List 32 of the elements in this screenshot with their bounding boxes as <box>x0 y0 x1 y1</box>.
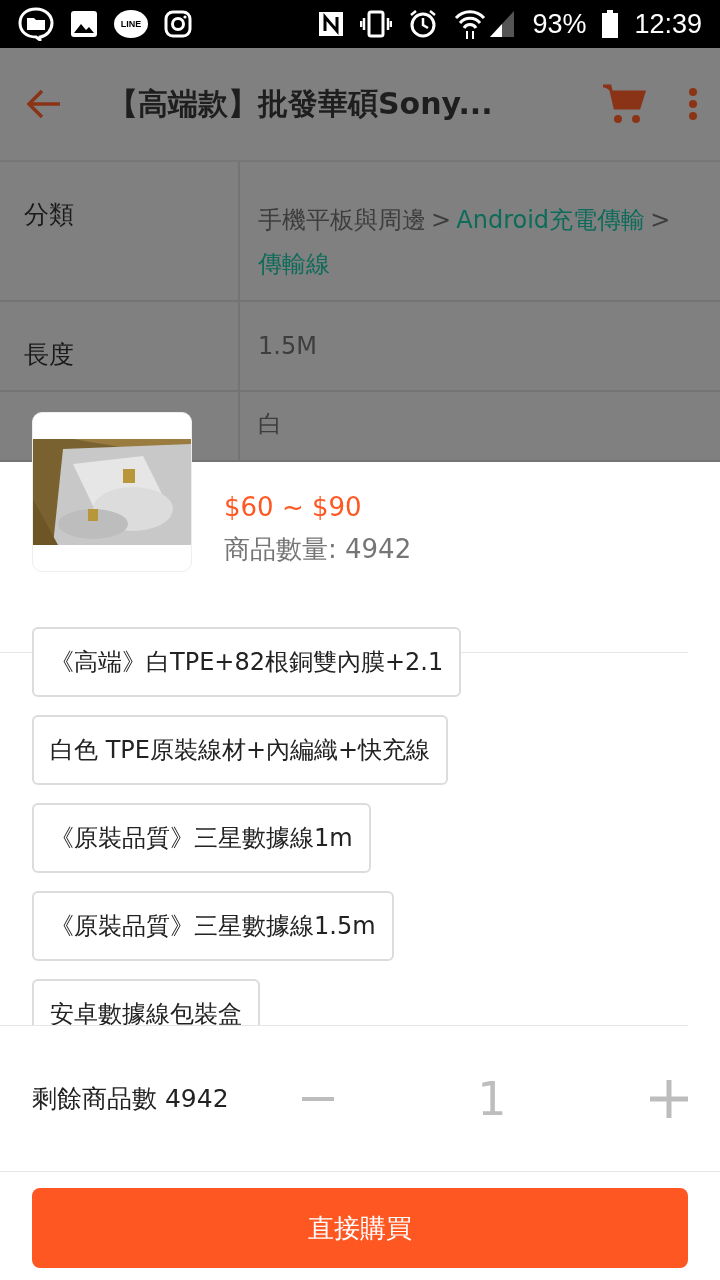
battery-percent: 93% <box>532 8 587 40</box>
breadcrumb-separator: > <box>431 206 452 234</box>
camera-icon <box>164 10 192 38</box>
clock-time: 12:39 <box>634 8 702 40</box>
product-title: 【高端款】批發華碩Sony... <box>108 84 494 123</box>
back-arrow-icon <box>26 88 62 120</box>
quantity-value: 1 <box>476 1071 508 1126</box>
price-range: $60 ~ $90 <box>224 492 363 522</box>
variant-option[interactable]: 《高端》白TPE+82根銅雙內膜+2.1 <box>32 627 462 697</box>
variant-option[interactable]: 《原裝品質》三星數據線1.5m <box>32 891 394 961</box>
remaining-stock: 剩餘商品數 4942 <box>32 1083 230 1115</box>
folder-chat-icon <box>18 7 54 41</box>
image-icon <box>70 10 98 38</box>
spec-value: 1.5M <box>258 332 317 360</box>
spec-label: 分類 <box>24 200 74 229</box>
nfc-icon <box>318 11 345 37</box>
battery-icon <box>602 10 619 38</box>
minus-button[interactable] <box>302 1096 334 1101</box>
variant-option[interactable]: 《原裝品質》三星數據線1m <box>32 803 371 873</box>
wifi-signal-icon <box>454 9 517 39</box>
plus-button[interactable] <box>650 1079 688 1118</box>
stock-count: 商品數量: 4942 <box>224 533 413 566</box>
line-app-icon: LINE <box>114 10 148 38</box>
category-text: 手機平板與周邊 <box>258 206 426 234</box>
breadcrumb-separator: > <box>650 206 671 234</box>
spec-label: 長度 <box>24 340 74 369</box>
vibrate-icon <box>360 10 393 38</box>
more-menu-icon <box>688 87 698 121</box>
variant-option[interactable]: 白色 TPE原裝線材+內編織+快充線 <box>32 715 449 785</box>
spec-value: 白 <box>258 410 282 438</box>
variant-option[interactable]: 安卓數據線包裝盒 <box>32 979 260 1025</box>
cart-icon <box>602 83 646 125</box>
